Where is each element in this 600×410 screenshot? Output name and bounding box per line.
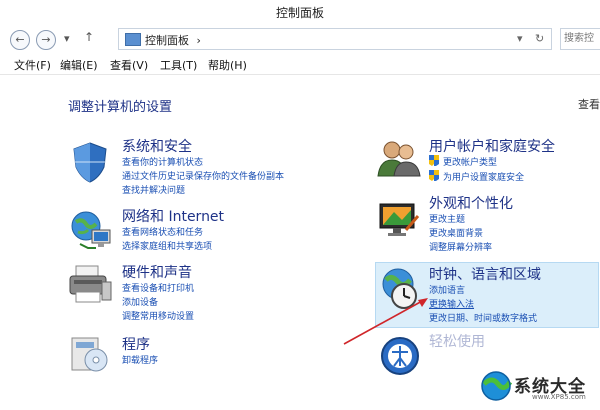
address-bar-row: ← → ▾ ↑ 控制面板 › ▾ ↻ 搜索控 <box>0 22 600 54</box>
category-programs[interactable]: 程序 <box>122 334 150 354</box>
address-dropdown-icon[interactable]: ▾ <box>517 32 523 45</box>
watermark-globe-icon <box>481 371 512 401</box>
search-placeholder: 搜索控 <box>564 33 594 44</box>
programs-disc-box-icon[interactable] <box>66 332 112 376</box>
category-system-security[interactable]: 系统和安全 <box>122 136 192 156</box>
link-devices-printers[interactable]: 查看设备和打印机 <box>122 281 194 294</box>
menu-tools[interactable]: 工具(T) <box>160 57 197 73</box>
category-hardware-sound[interactable]: 硬件和声音 <box>122 262 192 282</box>
category-ease-of-access[interactable]: 轻松使用 <box>429 331 485 351</box>
link-add-device[interactable]: 添加设备 <box>122 295 158 308</box>
link-mobility-settings[interactable]: 调整常用移动设置 <box>122 309 194 322</box>
forward-arrow-icon[interactable]: → <box>36 30 56 50</box>
link-find-fix-problems[interactable]: 查找并解决问题 <box>122 183 185 196</box>
search-input[interactable]: 搜索控 <box>560 28 600 50</box>
uac-shield-icon <box>429 170 439 181</box>
category-network-internet[interactable]: 网络和 Internet <box>122 206 224 226</box>
link-network-status-tasks[interactable]: 查看网络状态和任务 <box>122 225 203 238</box>
appearance-monitor-icon[interactable] <box>376 198 422 242</box>
menu-edit[interactable]: 编辑(E) <box>60 57 98 73</box>
menu-help[interactable]: 帮助(H) <box>208 57 247 73</box>
category-user-accounts[interactable]: 用户帐户和家庭安全 <box>429 136 555 156</box>
control-panel-folder-icon <box>125 33 141 46</box>
link-screen-resolution[interactable]: 调整屏幕分辨率 <box>429 240 492 253</box>
link-date-time-format[interactable]: 更改日期、时间或数字格式 <box>429 311 537 324</box>
printer-icon[interactable] <box>66 262 114 308</box>
up-arrow-icon[interactable]: ↑ <box>84 30 94 44</box>
link-homegroup-sharing[interactable]: 选择家庭组和共享选项 <box>122 239 212 252</box>
refresh-icon[interactable]: ↻ <box>535 32 544 45</box>
watermark-url: www.XP85.com <box>532 393 586 401</box>
breadcrumb-control-panel[interactable]: 控制面板 › <box>145 32 201 48</box>
ease-of-access-icon[interactable] <box>378 334 422 378</box>
user-accounts-icon[interactable] <box>376 138 422 178</box>
breadcrumb-separator: › <box>196 34 201 47</box>
network-globe-icon[interactable] <box>68 208 114 254</box>
link-change-theme[interactable]: 更改主题 <box>429 212 465 225</box>
breadcrumb-label: 控制面板 <box>145 34 189 47</box>
back-arrow-icon[interactable]: ← <box>10 30 30 50</box>
uac-shield-icon <box>429 155 439 166</box>
menu-view[interactable]: 查看(V) <box>110 57 148 73</box>
recent-pages-chevron-icon[interactable]: ▾ <box>64 32 70 45</box>
address-field[interactable]: 控制面板 › ▾ ↻ <box>118 28 552 50</box>
menu-file[interactable]: 文件(F) <box>14 57 51 73</box>
link-view-computer-status[interactable]: 查看你的计算机状态 <box>122 155 203 168</box>
window-title: 控制面板 <box>275 6 324 20</box>
system-security-shield-icon[interactable] <box>68 140 112 184</box>
title-bar: 控制面板 <box>0 0 600 22</box>
link-change-input-method[interactable]: 更换输入法 <box>429 297 474 310</box>
link-uninstall-program[interactable]: 卸载程序 <box>122 353 158 366</box>
page-title: 调整计算机的设置 <box>68 100 173 115</box>
watermark-logo: 系统大全 www.XP85.com <box>480 368 598 406</box>
category-appearance[interactable]: 外观和个性化 <box>429 193 513 213</box>
category-clock-region[interactable]: 时钟、语言和区域 <box>429 264 541 284</box>
link-family-safety[interactable]: 为用户设置家庭安全 <box>443 170 524 183</box>
menu-bar: 文件(F) 编辑(E) 查看(V) 工具(T) 帮助(H) <box>0 54 600 75</box>
link-desktop-background[interactable]: 更改桌面背景 <box>429 226 483 239</box>
view-by-label[interactable]: 查看 <box>578 96 600 112</box>
link-file-history-backup[interactable]: 通过文件历史记录保存你的文件备份副本 <box>122 169 284 182</box>
link-add-language[interactable]: 添加语言 <box>429 283 465 296</box>
link-change-account-type[interactable]: 更改帐户类型 <box>443 155 497 168</box>
